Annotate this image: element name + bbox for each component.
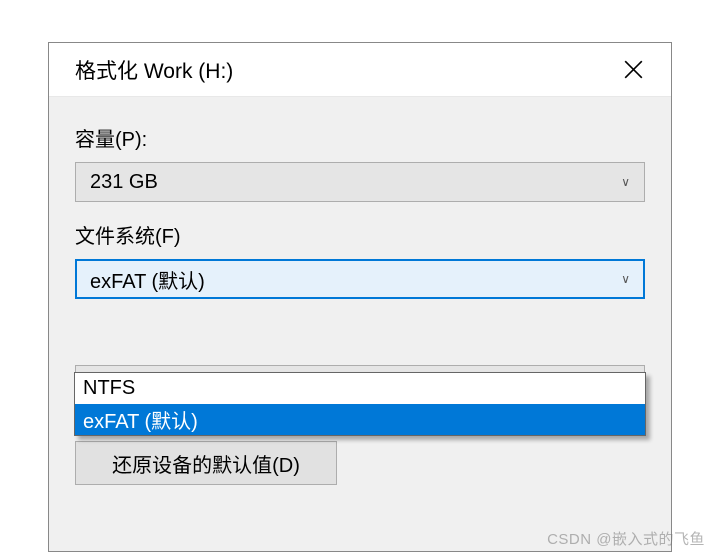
chevron-down-icon: ∨ <box>621 175 630 189</box>
filesystem-dropdown: NTFS exFAT (默认) <box>74 372 646 436</box>
watermark: CSDN @嵌入式的飞鱼 <box>547 528 705 549</box>
capacity-value: 231 GB <box>90 171 158 194</box>
format-dialog: 格式化 Work (H:) 容量(P): 231 GB ∨ 文件系统(F) ex… <box>48 42 672 552</box>
restore-defaults-button[interactable]: 还原设备的默认值(D) <box>75 441 337 485</box>
restore-button-label: 还原设备的默认值(D) <box>112 449 300 478</box>
titlebar: 格式化 Work (H:) <box>49 43 671 97</box>
close-button[interactable] <box>613 50 653 90</box>
capacity-select[interactable]: 231 GB ∨ <box>75 162 645 202</box>
filesystem-select[interactable]: exFAT (默认) ∨ <box>75 259 645 299</box>
close-icon <box>624 60 643 79</box>
chevron-down-icon: ∨ <box>621 272 630 286</box>
filesystem-option-exfat[interactable]: exFAT (默认) <box>75 404 645 435</box>
dialog-title: 格式化 Work (H:) <box>75 55 233 85</box>
capacity-label: 容量(P): <box>75 123 645 152</box>
filesystem-option-ntfs[interactable]: NTFS <box>75 373 645 404</box>
filesystem-value: exFAT (默认) <box>90 265 205 294</box>
filesystem-label: 文件系统(F) <box>75 220 645 249</box>
